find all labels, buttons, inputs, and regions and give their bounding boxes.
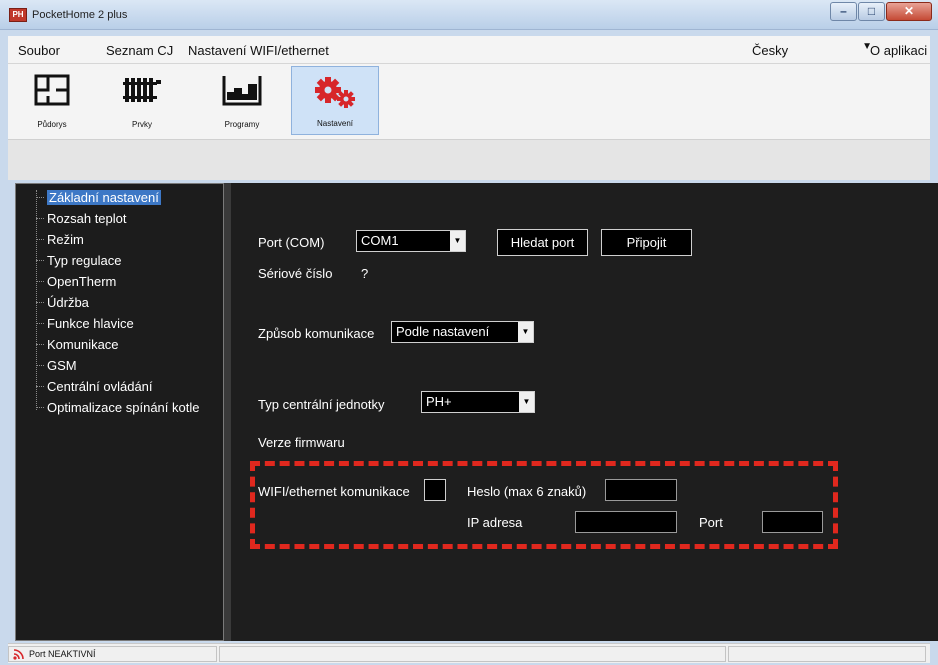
tree-item-optimalizace[interactable]: Optimalizace spínání kotle — [36, 397, 199, 418]
tool-programy[interactable]: Programy — [198, 66, 286, 135]
firmware-version-label: Verze firmwaru — [258, 435, 345, 450]
tree-item-label: Optimalizace spínání kotle — [47, 400, 200, 415]
tree-item-komunikace[interactable]: Komunikace — [36, 334, 199, 355]
tree-item-label: Základní nastavení — [47, 190, 161, 205]
radiator-icon — [123, 78, 161, 102]
status-bar: Port NEAKTIVNÍ — [8, 643, 930, 663]
tree-item-rezim[interactable]: Režim — [36, 229, 199, 250]
central-unit-select[interactable]: PH+ ▼ — [421, 391, 535, 413]
tree-item-opentherm[interactable]: OpenTherm — [36, 271, 199, 292]
toolbar: Půdorys Prvky Programy Nastavení — [8, 64, 930, 139]
comm-method-label: Způsob komunikace — [258, 326, 375, 341]
tool-label: Půdorys — [37, 120, 67, 129]
port-com-select[interactable]: COM1 ▼ — [356, 230, 466, 252]
tool-label: Programy — [224, 120, 260, 129]
language-select[interactable]: Česky ▼ — [752, 39, 872, 61]
wifi-ethernet-checkbox[interactable] — [424, 479, 446, 501]
tree-item-label: Komunikace — [47, 337, 119, 352]
port-com-value: COM1 — [361, 233, 399, 248]
window-title: PocketHome 2 plus — [32, 9, 128, 21]
tree-item-label: Údržba — [47, 295, 89, 310]
minimize-icon[interactable]: – — [830, 2, 857, 21]
tree-item-udrzba[interactable]: Údržba — [36, 292, 199, 313]
status-cell-right — [728, 646, 926, 662]
central-unit-label: Typ centrální jednotky — [258, 397, 385, 412]
find-port-button[interactable]: Hledat port — [497, 229, 588, 256]
serial-number-value: ? — [361, 266, 369, 281]
port-status-text: Port NEAKTIVNÍ — [29, 649, 96, 659]
status-port-cell: Port NEAKTIVNÍ — [8, 646, 217, 662]
port-field[interactable] — [762, 511, 823, 533]
tool-nastaveni[interactable]: Nastavení — [291, 66, 379, 135]
tool-pudorys[interactable]: Půdorys — [8, 66, 96, 135]
connect-button[interactable]: Připojit — [601, 229, 692, 256]
wifi-ethernet-label: WIFI/ethernet komunikace — [258, 484, 410, 499]
menu-about[interactable]: O aplikaci — [870, 43, 927, 58]
status-cell-middle — [219, 646, 726, 662]
wifi-highlight-frame — [250, 461, 838, 549]
tree-item-label: Centrální ovládání — [47, 379, 153, 394]
menu-seznam-cj[interactable]: Seznam CJ — [106, 43, 173, 58]
ip-address-label: IP adresa — [467, 515, 523, 530]
tool-label: Nastavení — [316, 119, 354, 128]
chevron-down-icon: ▼ — [518, 322, 533, 342]
panel-splitter[interactable] — [224, 183, 231, 641]
language-value: Česky — [752, 43, 789, 58]
tree-item-label: Rozsah teplot — [47, 211, 127, 226]
floorplan-icon — [34, 74, 70, 106]
tree-item-label: GSM — [47, 358, 77, 373]
window-controls: – □ ✕ — [829, 2, 932, 21]
menu-soubor[interactable]: Soubor — [18, 43, 60, 58]
tree-item-gsm[interactable]: GSM — [36, 355, 199, 376]
port-com-label: Port (COM) — [258, 235, 325, 250]
serial-number-label: Sériové číslo — [258, 266, 333, 281]
password-field[interactable] — [605, 479, 677, 501]
tree-item-centralni-ovladani[interactable]: Centrální ovládání — [36, 376, 199, 397]
ip-address-field[interactable] — [575, 511, 677, 533]
maximize-icon[interactable]: □ — [858, 2, 885, 21]
app-icon: PH — [9, 8, 27, 22]
window-title-bar: PH PocketHome 2 plus – □ ✕ — [0, 0, 938, 30]
tree-list: Základní nastavení Rozsah teplot Režim T… — [36, 187, 199, 418]
close-icon[interactable]: ✕ — [886, 2, 932, 21]
gears-icon — [315, 77, 355, 108]
tree-item-typ-regulace[interactable]: Typ regulace — [36, 250, 199, 271]
port-label: Port — [699, 515, 723, 530]
tree-item-label: Režim — [47, 232, 84, 247]
central-unit-value: PH+ — [426, 394, 452, 409]
comm-method-value: Podle nastavení — [396, 324, 490, 339]
program-chart-icon — [222, 76, 262, 106]
chevron-down-icon: ▼ — [519, 392, 534, 412]
settings-tree: Základní nastavení Rozsah teplot Režim T… — [15, 183, 224, 641]
tool-prvky[interactable]: Prvky — [98, 66, 186, 135]
tool-label: Prvky — [132, 120, 152, 129]
tree-item-label: OpenTherm — [47, 274, 117, 289]
chevron-down-icon: ▼ — [450, 231, 465, 251]
tree-item-zakladni-nastaveni[interactable]: Základní nastavení — [36, 187, 199, 208]
tree-item-label: Typ regulace — [47, 253, 122, 268]
sub-toolbar — [8, 139, 930, 180]
tree-item-rozsah-teplot[interactable]: Rozsah teplot — [36, 208, 199, 229]
tree-item-label: Funkce hlavice — [47, 316, 134, 331]
comm-method-select[interactable]: Podle nastavení ▼ — [391, 321, 534, 343]
tree-item-funkce-hlavice[interactable]: Funkce hlavice — [36, 313, 199, 334]
signal-icon — [13, 649, 24, 660]
menu-bar: Soubor Seznam CJ Nastavení WIFI/ethernet… — [8, 36, 930, 64]
password-label: Heslo (max 6 znaků) — [467, 484, 587, 499]
menu-wifi-ethernet[interactable]: Nastavení WIFI/ethernet — [188, 43, 329, 58]
